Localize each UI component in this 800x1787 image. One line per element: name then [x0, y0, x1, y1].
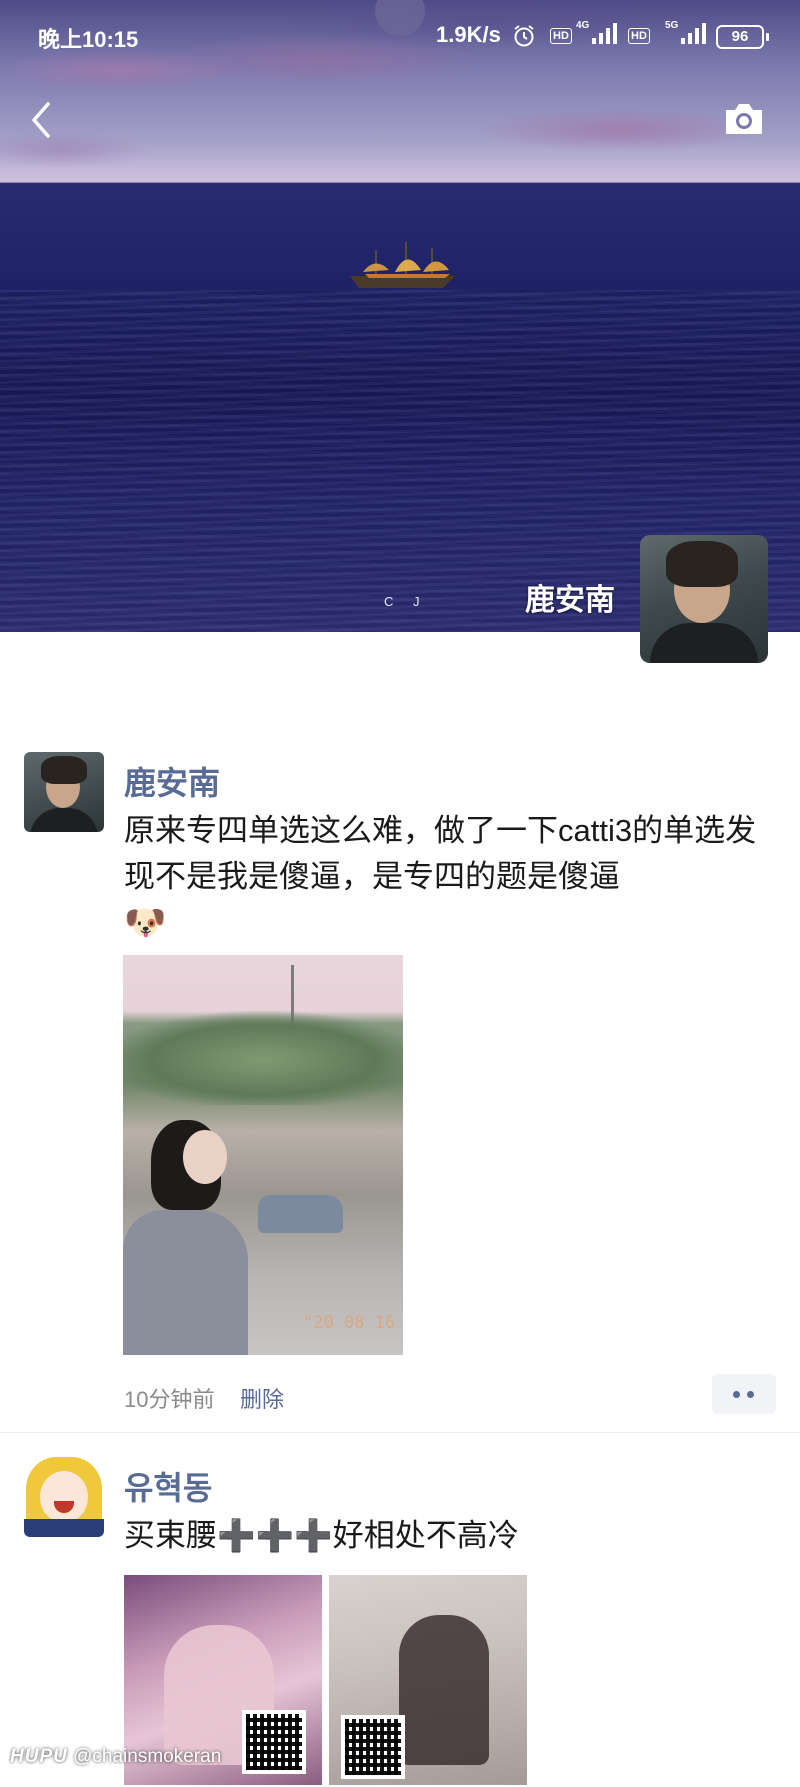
avatar-body [650, 623, 758, 663]
more-dot-icon [747, 1391, 754, 1398]
hd-badge: HD [628, 28, 650, 44]
post-timestamp: 10分钟前 [124, 1387, 215, 1412]
hd-badge: HD [550, 28, 572, 44]
post-photo[interactable]: "20 08 16 [123, 955, 403, 1355]
status-time: 晚上10:15 [38, 27, 139, 52]
doge-emoji-icon: 🐶 [124, 904, 167, 942]
delete-link[interactable]: 删除 [240, 1382, 284, 1414]
avatar-hair [666, 541, 738, 587]
photo-car [258, 1195, 343, 1233]
hupu-watermark: HUPU @chainsmokeran [10, 1746, 221, 1768]
avatar[interactable] [24, 752, 104, 832]
qr-code [341, 1715, 405, 1779]
post-author-name[interactable]: 유혁동 [124, 1463, 212, 1509]
photo-corset [399, 1615, 489, 1765]
ship-illustration [350, 242, 455, 288]
network-gen-label: 4G [576, 20, 590, 31]
signal-icon [592, 23, 617, 44]
post-photo[interactable] [329, 1575, 527, 1785]
avatar-hair [41, 756, 87, 784]
cover-watermark-letters: C J [384, 594, 428, 609]
photo-face [183, 1130, 227, 1184]
post-divider [0, 1432, 800, 1433]
post-author-name[interactable]: 鹿安南 [124, 758, 220, 804]
photo-jacket [123, 1210, 248, 1355]
photo-date-stamp: "20 08 16 [303, 1313, 396, 1333]
network-gen-label: 5G [665, 20, 679, 31]
profile-name[interactable]: 鹿安南 [525, 575, 615, 619]
photo-trees [123, 1010, 403, 1105]
alarm-icon [514, 25, 534, 47]
post-text-content: 原来专四单选这么难，做了一下catti3的单选发现不是我是傻逼，是专四的题是傻逼 [124, 813, 757, 894]
more-dot-icon [733, 1391, 740, 1398]
post-text: 原来专四单选这么难，做了一下catti3的单选发现不是我是傻逼，是专四的题是傻逼… [124, 808, 764, 947]
status-bar: 晚上10:15 1.9K/s HD 4G HD 5G 96 [0, 0, 800, 70]
signal-icon [681, 23, 706, 44]
qr-code [242, 1710, 306, 1774]
moment-post: 유혁동 买束腰➕➕➕好相处不高冷 [0, 1457, 800, 1787]
avatar-face [40, 1471, 88, 1523]
post-text: 买束腰➕➕➕好相处不高冷 [124, 1518, 519, 1553]
battery-indicator: 96 [716, 25, 769, 49]
moment-post: 鹿安南 原来专四单选这么难，做了一下catti3的单选发现不是我是傻逼，是专四的… [0, 752, 800, 1432]
status-net-speed: 1.9K/s [436, 22, 501, 47]
camera-icon[interactable] [722, 100, 766, 138]
watermark-handle: @chainsmokeran [73, 1746, 222, 1767]
back-arrow-icon[interactable] [26, 98, 56, 142]
profile-avatar[interactable] [640, 535, 768, 663]
avatar[interactable] [24, 1457, 104, 1537]
avatar-collar [24, 1519, 104, 1537]
more-options-button[interactable] [712, 1374, 776, 1414]
hupu-logo: HUPU [10, 1746, 68, 1767]
avatar-body [30, 808, 98, 832]
